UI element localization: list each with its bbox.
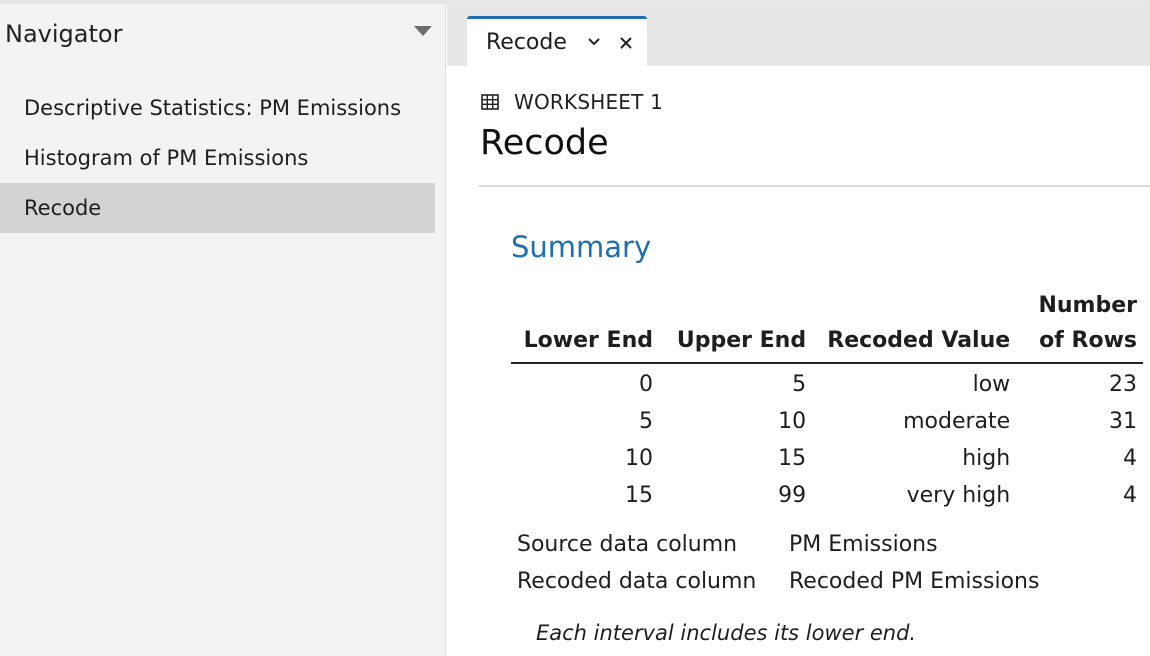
cell-recoded-value: high [962, 446, 1011, 471]
interval-note: Each interval includes its lower end. [536, 621, 917, 645]
navigator-collapse-icon[interactable] [414, 26, 432, 36]
cell-lower-end: 5 [638, 409, 653, 434]
navigator-item-descriptive-statistics[interactable]: Descriptive Statistics: PM Emissions [0, 83, 435, 133]
tab-bar: Recode [447, 4, 1150, 66]
section-title-summary: Summary [511, 230, 652, 264]
cell-upper-end: 5 [792, 372, 807, 397]
column-header-upper-end: Upper End [658, 288, 813, 364]
cell-number-of-rows: 31 [1109, 409, 1137, 434]
table-header-row: Lower End Upper End Recoded Value Number… [511, 288, 1143, 364]
tab-recode[interactable]: Recode [467, 16, 647, 66]
column-header-line: Number [1038, 293, 1137, 318]
worksheet-grid-icon [481, 94, 499, 110]
info-value: PM Emissions [789, 532, 938, 557]
info-key: Recoded data column [517, 569, 757, 594]
title-divider [479, 185, 1150, 187]
recode-summary-table: Lower End Upper End Recoded Value Number… [511, 288, 1143, 514]
cell-number-of-rows: 23 [1109, 372, 1137, 397]
cell-lower-end: 10 [624, 446, 653, 471]
navigator-item-recode[interactable]: Recode [0, 183, 435, 233]
info-key: Source data column [517, 532, 738, 557]
column-info: Source data column PM Emissions Recoded d… [517, 526, 1039, 600]
cell-upper-end: 10 [778, 409, 807, 434]
column-header-lower-end: Lower End [511, 288, 659, 364]
chevron-down-icon[interactable] [587, 30, 601, 49]
cell-upper-end: 99 [778, 483, 807, 508]
close-icon[interactable] [618, 25, 634, 51]
navigator-list: Descriptive Statistics: PM Emissions His… [0, 83, 435, 233]
table-row: 5 10 moderate 31 [511, 403, 1143, 440]
info-row-recoded: Recoded data column Recoded PM Emissions [517, 563, 1039, 600]
app-window: Navigator Descriptive Statistics: PM Emi… [0, 0, 1150, 656]
navigator-panel: Navigator Descriptive Statistics: PM Emi… [0, 4, 446, 656]
cell-number-of-rows: 4 [1123, 483, 1137, 508]
table-row: 0 5 low 23 [511, 363, 1143, 403]
cell-upper-end: 15 [778, 446, 807, 471]
column-header-recoded-value: Recoded Value [812, 288, 1017, 364]
cell-recoded-value: very high [906, 483, 1011, 508]
table-row: 15 99 very high 4 [511, 477, 1143, 514]
table-row: 10 15 high 4 [511, 440, 1143, 477]
output-pane: WORKSHEET 1 Recode Summary Lower End Upp… [447, 66, 1150, 656]
navigator-item-histogram[interactable]: Histogram of PM Emissions [0, 133, 435, 183]
cell-recoded-value: moderate [903, 409, 1011, 434]
cell-lower-end: 0 [638, 372, 653, 397]
page-title: Recode [480, 123, 609, 163]
info-row-source: Source data column PM Emissions [517, 526, 1039, 563]
info-value: Recoded PM Emissions [789, 569, 1040, 594]
tab-label: Recode [486, 30, 567, 55]
navigator-title: Navigator [5, 20, 123, 48]
cell-recoded-value: low [972, 372, 1011, 397]
column-header-line: of Rows [1039, 328, 1137, 353]
worksheet-label: WORKSHEET 1 [514, 90, 664, 114]
cell-lower-end: 15 [624, 483, 653, 508]
column-header-number-of-rows: Number of Rows [1016, 288, 1143, 364]
cell-number-of-rows: 4 [1123, 446, 1137, 471]
